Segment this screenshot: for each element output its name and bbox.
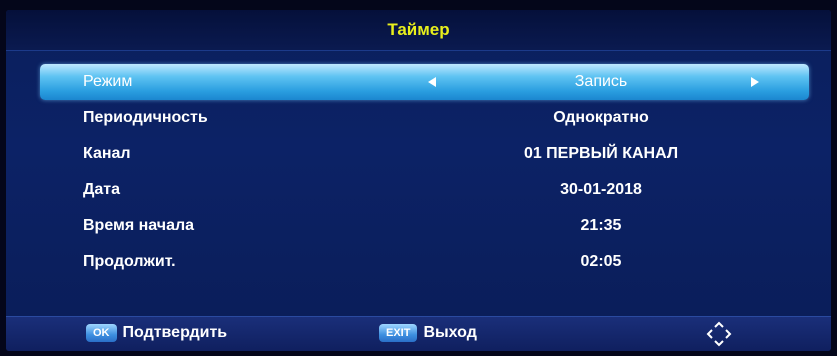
setting-row-channel[interactable]: Канал 01 ПЕРВЫЙ КАНАЛ: [6, 136, 831, 172]
setting-value: 02:05: [580, 253, 622, 270]
dialog-title: Таймер: [387, 20, 450, 39]
setting-row-date[interactable]: Дата 30-01-2018: [6, 172, 831, 208]
setting-row-periodicity[interactable]: Периодичность Однократно: [6, 100, 831, 136]
setting-value: 01 ПЕРВЫЙ КАНАЛ: [523, 145, 679, 162]
confirm-hint[interactable]: OK Подтвердить: [86, 324, 227, 342]
setting-label: Режим: [83, 73, 133, 90]
settings-list: Режим Запись Периодичность Однократно Ка…: [6, 64, 831, 280]
exit-hint[interactable]: EXIT Выход: [379, 324, 477, 342]
setting-label: Периодичность: [83, 109, 208, 126]
setting-label: Канал: [83, 145, 131, 162]
setting-value: Запись: [574, 73, 628, 90]
navigation-arrows-icon: [706, 321, 732, 347]
setting-row-duration[interactable]: Продолжит. 02:05: [6, 244, 831, 280]
exit-key-icon: EXIT: [379, 324, 418, 342]
setting-label: Время начала: [83, 217, 195, 234]
setting-row-start-time[interactable]: Время начала 21:35: [6, 208, 831, 244]
setting-row-mode[interactable]: Режим Запись: [40, 64, 809, 100]
setting-value: Однократно: [553, 109, 649, 126]
setting-value: 21:35: [580, 217, 622, 234]
setting-label: Дата: [83, 181, 121, 198]
exit-label: Выход: [423, 324, 477, 341]
timer-dialog: Таймер Режим Запись Периодичность Однокр…: [6, 10, 831, 351]
setting-label: Продолжит.: [83, 253, 176, 270]
footer-hints: OK Подтвердить EXIT Выход: [6, 316, 831, 351]
confirm-label: Подтвердить: [122, 324, 228, 341]
title-bar: Таймер: [6, 10, 831, 51]
arrow-right-icon[interactable]: [751, 77, 759, 87]
ok-key-icon: OK: [86, 324, 117, 342]
arrow-left-icon[interactable]: [428, 77, 436, 87]
setting-value: 30-01-2018: [560, 181, 642, 198]
